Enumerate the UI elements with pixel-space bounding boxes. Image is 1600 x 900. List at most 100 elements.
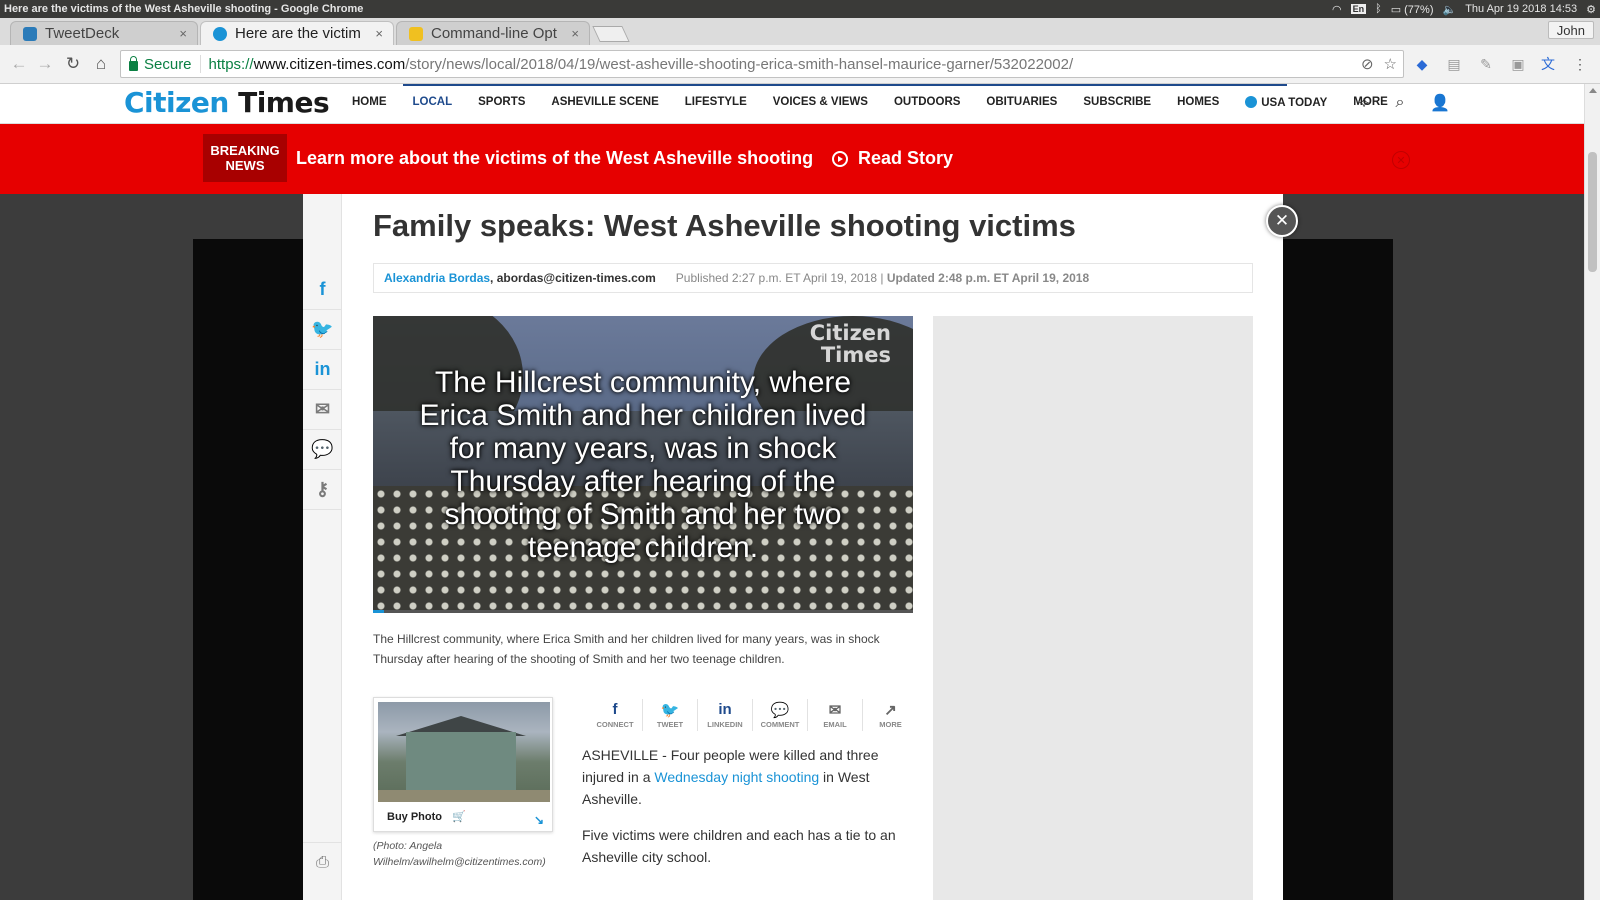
window-title: Here are the victims of the West Ashevil…: [4, 3, 364, 15]
scroll-up-arrow-icon[interactable]: [1589, 88, 1597, 93]
modal-close-button[interactable]: ✕: [1266, 205, 1298, 237]
share-label: EMAIL: [823, 720, 847, 729]
share-label: CONNECT: [596, 720, 634, 729]
tab-tweetdeck[interactable]: TweetDeck ×: [10, 21, 198, 45]
share-tweet-button[interactable]: 🐦 TWEET: [643, 699, 698, 731]
back-arrow-icon[interactable]: ←: [8, 53, 30, 75]
secure-indicator[interactable]: Secure: [129, 55, 201, 73]
home-icon[interactable]: ⌂: [90, 53, 112, 75]
blocked-content-icon[interactable]: ⊘: [1361, 55, 1374, 73]
email-icon[interactable]: ✉: [303, 390, 342, 430]
paragraph: ASHEVILLE - Four people were killed and …: [582, 744, 912, 810]
house-shape: [406, 732, 516, 792]
wifi-icon[interactable]: ◠: [1332, 3, 1342, 16]
email-icon: ✉: [828, 702, 842, 719]
tab-strip: TweetDeck × Here are the victim × Comman…: [0, 18, 1600, 45]
print-icon[interactable]: ⎙: [303, 842, 342, 882]
usa-today-favicon-icon: [213, 26, 227, 41]
video-overlay-text: The Hillcrest community, where Erica Smi…: [419, 366, 867, 564]
tweetdeck-favicon-icon: [23, 26, 37, 41]
facebook-icon[interactable]: f: [303, 270, 342, 310]
video-progress-bar[interactable]: [373, 610, 913, 613]
bluetooth-icon[interactable]: ᛒ: [1375, 3, 1382, 15]
citizen-times-watermark: Citizen Times: [810, 322, 891, 366]
share-email-button[interactable]: ✉ EMAIL: [808, 699, 863, 731]
cart-icon: 🛒: [452, 811, 466, 823]
tab-close-icon[interactable]: ×: [375, 26, 383, 41]
url-text[interactable]: https://www.citizen-times.com/story/news…: [209, 56, 1074, 73]
tab-close-icon[interactable]: ×: [571, 26, 579, 41]
tab-label: Command-line Opt: [431, 25, 557, 42]
house-photo[interactable]: [378, 702, 550, 802]
tab-command-line-options[interactable]: Command-line Opt ×: [396, 21, 590, 45]
author-link[interactable]: Alexandria Bordas: [384, 271, 490, 285]
share-comment-button[interactable]: 💬 COMMENT: [753, 699, 808, 731]
share-label: COMMENT: [760, 720, 800, 729]
pencil-favicon-icon: [409, 26, 423, 41]
photo-credit: (Photo: Angela Wilhelm/awilhelm@citizent…: [373, 840, 546, 868]
advertisement-slot: [933, 316, 1253, 900]
clock[interactable]: Thu Apr 19 2018 14:53: [1465, 3, 1577, 15]
battery-percent: (77%): [1404, 3, 1434, 16]
keyboard-layout-indicator[interactable]: En: [1350, 4, 1367, 14]
watermark-line-1: Citizen: [809, 321, 891, 345]
share-connect-button[interactable]: f CONNECT: [588, 699, 643, 731]
extension-graduation-icon[interactable]: ◆: [1414, 56, 1430, 72]
share-linkedin-button[interactable]: in LINKEDIN: [698, 699, 753, 731]
watermark-line-2: Times: [820, 343, 891, 367]
article-share-bar: f CONNECT 🐦 TWEET in LINKEDIN 💬 COMMENT …: [588, 699, 918, 731]
tab-citizen-times[interactable]: Here are the victim ×: [200, 21, 394, 45]
updated-timestamp: Updated 2:48 p.m. ET April 19, 2018: [886, 271, 1090, 285]
share-label: TWEET: [656, 720, 684, 729]
comment-icon[interactable]: 💬: [303, 430, 342, 470]
translate-extension-icon[interactable]: 文: [1540, 56, 1556, 72]
byline: Alexandria Bordas , abordas@citizen-time…: [373, 263, 1253, 293]
profile-user-button[interactable]: John: [1547, 21, 1594, 39]
article-title: Family speaks: West Asheville shooting v…: [373, 208, 1076, 243]
share-more-button[interactable]: ↗ MORE: [863, 699, 918, 731]
buy-photo-button[interactable]: Buy Photo 🛒: [387, 810, 466, 824]
facebook-icon: f: [612, 701, 618, 718]
paragraph: Five victims were children and each has …: [582, 827, 896, 865]
share-label: LINKEDIN: [707, 720, 743, 729]
author-email: , abordas@citizen-times.com: [490, 271, 656, 285]
page-scrollbar[interactable]: [1584, 84, 1600, 900]
address-bar[interactable]: Secure https://www.citizen-times.com/sto…: [120, 50, 1404, 78]
linkedin-icon[interactable]: in: [303, 350, 342, 390]
camera-extension-icon[interactable]: ▣: [1510, 56, 1526, 72]
video-caption: The Hillcrest community, where Erica Smi…: [373, 632, 880, 666]
url-path: /story/news/local/2018/04/19/west-ashevi…: [405, 55, 1074, 73]
twitter-icon[interactable]: 🐦: [303, 310, 342, 350]
share-label: MORE: [879, 720, 902, 729]
forward-arrow-icon[interactable]: →: [34, 53, 56, 75]
lock-icon: [129, 55, 138, 71]
photo-thumbnail[interactable]: Buy Photo 🛒 ↘: [373, 697, 553, 832]
share-rail: f 🐦 in ✉ 💬 ⚷ ⎙: [303, 194, 342, 900]
settings-gear-icon[interactable]: ⚙: [1586, 3, 1596, 16]
chrome-menu-icon[interactable]: ⋮: [1572, 56, 1588, 72]
article-body: ASHEVILLE - Four people were killed and …: [582, 744, 912, 882]
url-host: www.citizen-times.com: [253, 55, 406, 73]
system-tray: ◠ En ᛒ ▭ (77%) 🔈 Thu Apr 19 2018 14:53 ⚙: [1332, 3, 1596, 16]
os-top-bar: Here are the victims of the West Ashevil…: [0, 0, 1600, 18]
video-player[interactable]: Citizen Times The Hillcrest community, wh…: [373, 316, 913, 613]
battery-indicator[interactable]: ▭ (77%): [1391, 3, 1434, 16]
wednesday-shooting-link[interactable]: Wednesday night shooting: [654, 769, 819, 785]
rss-extension-icon[interactable]: ▤: [1446, 56, 1462, 72]
buy-photo-label: Buy Photo: [387, 810, 442, 823]
expand-icon[interactable]: ↘: [534, 813, 548, 827]
new-tab-button[interactable]: [592, 26, 630, 42]
secure-label: Secure: [144, 55, 192, 73]
comment-icon: 💬: [770, 702, 790, 719]
article-layer: f 🐦 in ✉ 💬 ⚷ ⎙ Family speaks: West Ashev…: [0, 84, 1584, 900]
tab-close-icon[interactable]: ×: [179, 26, 187, 41]
reload-icon[interactable]: ↻: [62, 53, 84, 75]
browser-toolbar: ← → ↻ ⌂ Secure https://www.citizen-times…: [0, 45, 1600, 84]
tools-extension-icon[interactable]: ✎: [1478, 56, 1494, 72]
key-icon[interactable]: ⚷: [303, 470, 342, 510]
bookmark-star-icon[interactable]: ☆: [1384, 55, 1397, 73]
twitter-icon: 🐦: [660, 702, 680, 719]
scrollbar-thumb[interactable]: [1588, 152, 1597, 272]
volume-icon[interactable]: 🔈: [1442, 3, 1456, 16]
ground-shape: [378, 790, 550, 802]
